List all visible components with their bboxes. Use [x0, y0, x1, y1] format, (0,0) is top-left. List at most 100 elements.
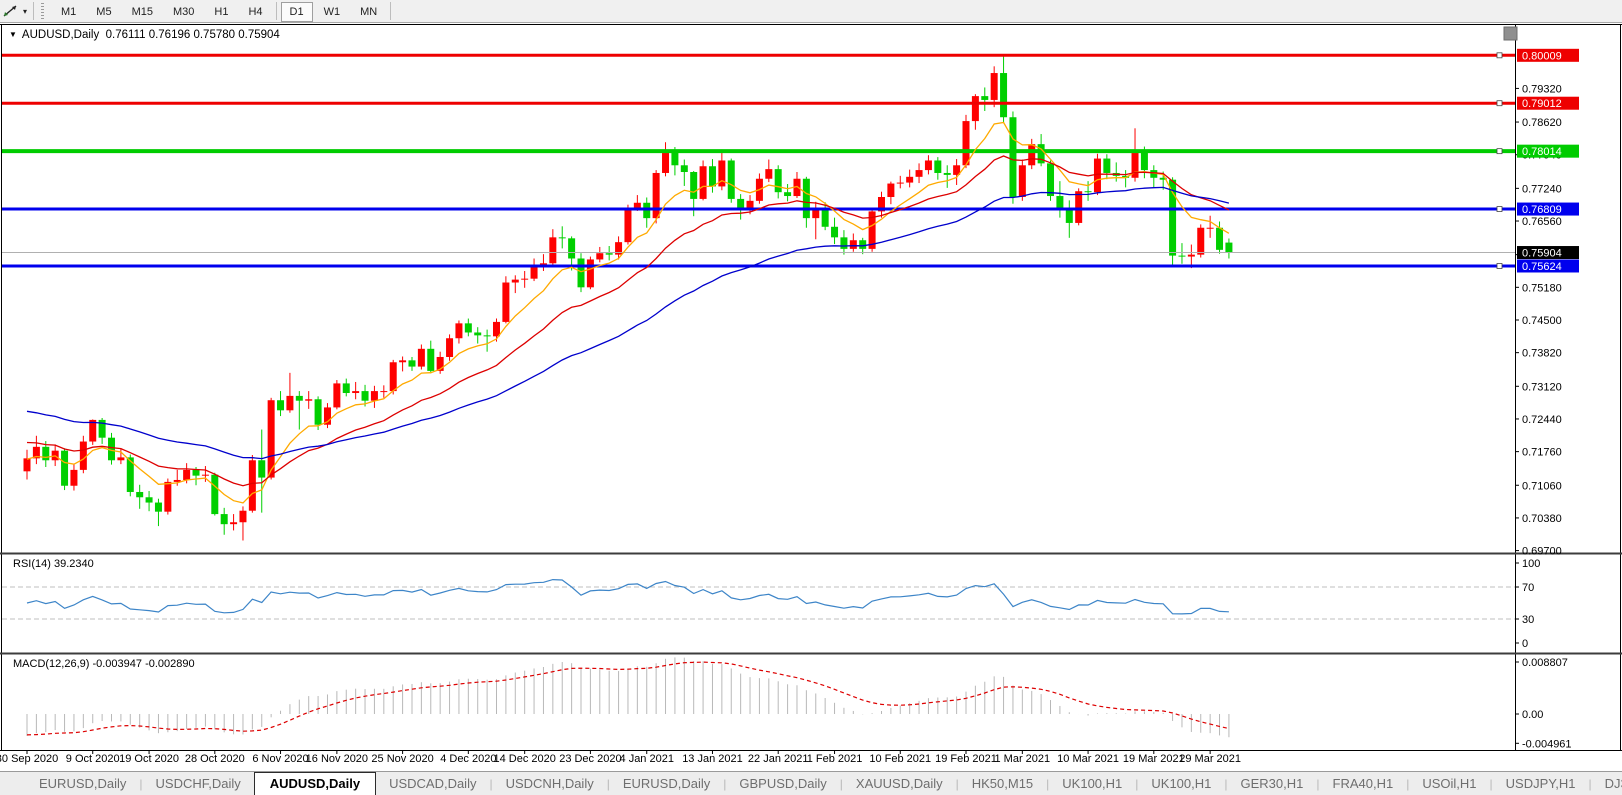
chart-shift-marker — [1504, 27, 1517, 40]
timeframe-button-w1[interactable]: W1 — [315, 2, 350, 22]
svg-text:0.70380: 0.70380 — [1522, 513, 1562, 525]
svg-text:0.77240: 0.77240 — [1522, 183, 1562, 195]
chart-tab-audusd-daily[interactable]: AUDUSD,Daily — [254, 772, 376, 795]
symbol-dropdown-icon[interactable]: ▼ — [9, 30, 17, 39]
timeframe-button-d1[interactable]: D1 — [281, 2, 313, 22]
ma-slow — [27, 187, 1229, 458]
date-label: 1 Feb 2021 — [807, 753, 863, 765]
date-label: 19 Feb 2021 — [935, 753, 997, 765]
moving-averages — [27, 123, 1229, 503]
chart-tab-xauusd-daily[interactable]: XAUUSD,Daily — [843, 772, 956, 795]
price-line-labels: 0.759040.800090.790120.780140.768090.756… — [1517, 49, 1579, 273]
svg-text:0.76560: 0.76560 — [1522, 216, 1562, 228]
chart-tab-eurusd-daily[interactable]: EURUSD,Daily — [26, 772, 139, 795]
chart-tool-icon[interactable] — [2, 4, 22, 18]
svg-text:0.75180: 0.75180 — [1522, 282, 1562, 294]
svg-text:-0.004961: -0.004961 — [1522, 738, 1572, 750]
rsi-indicator-label: RSI(14) 39.2340 — [13, 558, 94, 570]
svg-text:0.75624: 0.75624 — [1522, 261, 1562, 273]
svg-text:0.72440: 0.72440 — [1522, 414, 1562, 426]
timeframe-button-m15[interactable]: M15 — [123, 2, 162, 22]
chart-tab-dj30-weekly[interactable]: DJ30,Weekly — [1592, 772, 1622, 795]
svg-text:0.75904: 0.75904 — [1522, 248, 1562, 260]
date-label: 23 Dec 2020 — [559, 753, 621, 765]
chart-title-ohlc: 0.76111 0.76196 0.75780 0.75904 — [106, 29, 280, 41]
toolbar-dropdown-caret-icon[interactable]: ▾ — [23, 7, 27, 16]
svg-text:0.69700: 0.69700 — [1522, 546, 1562, 558]
svg-text:0.79320: 0.79320 — [1522, 83, 1562, 95]
chart-canvas[interactable]: 0.79320 0.78620 0.77940 0.77240 0.76560 0.758… — [0, 0, 1622, 795]
rsi-axis: 100 70 30 0 — [2, 558, 1540, 650]
timeframe-buttons: M1M5M15M30H1H4 D1W1MN — [51, 2, 394, 20]
chart-tab-uk100-h1[interactable]: UK100,H1 — [1138, 772, 1224, 795]
date-label: 10 Mar 2021 — [1057, 753, 1119, 765]
timeframe-button-h1[interactable]: H1 — [205, 2, 237, 22]
svg-text:100: 100 — [1522, 558, 1540, 570]
chart-title: ▼ AUDUSD,Daily 0.76111 0.76196 0.75780 0.… — [9, 29, 280, 41]
svg-text:0.75860: 0.75860 — [1522, 250, 1562, 262]
svg-text:70: 70 — [1522, 582, 1534, 594]
date-label: 14 Dec 2020 — [493, 753, 555, 765]
macd-pane — [27, 657, 1229, 737]
date-label: 6 Nov 2020 — [252, 753, 308, 765]
date-label: 4 Dec 2020 — [440, 753, 496, 765]
svg-text:0.008807: 0.008807 — [1522, 657, 1568, 669]
ma-fast — [27, 123, 1229, 503]
timeframe-button-h4[interactable]: H4 — [239, 2, 271, 22]
svg-text:0.78620: 0.78620 — [1522, 117, 1562, 129]
date-label: 10 Feb 2021 — [869, 753, 931, 765]
date-label: 16 Nov 2020 — [306, 753, 368, 765]
svg-text:0.00: 0.00 — [1522, 709, 1543, 721]
toolbar-separator — [276, 2, 277, 20]
chart-tab-eurusd-daily[interactable]: EURUSD,Daily — [610, 772, 723, 795]
svg-text:0.78014: 0.78014 — [1522, 146, 1562, 158]
toolbar-grip[interactable] — [41, 3, 44, 19]
toolbar-separator — [390, 2, 391, 20]
chart-title-symbol: AUDUSD,Daily — [22, 29, 99, 41]
date-label: 22 Jan 2021 — [748, 753, 809, 765]
macd-indicator-label: MACD(12,26,9) -0.003947 -0.002890 — [13, 658, 195, 670]
macd-axis: 0.008807 0.00 -0.004961 — [1515, 657, 1572, 750]
chart-tab-ger30-h1[interactable]: GER30,H1 — [1228, 772, 1317, 795]
date-label: 19 Mar 2021 — [1123, 753, 1185, 765]
date-label: 19 Oct 2020 — [119, 753, 179, 765]
timeframe-button-mn[interactable]: MN — [351, 2, 386, 22]
chart-tab-usdjpy-h1[interactable]: USDJPY,H1 — [1493, 772, 1589, 795]
chart-tab-hk50-m15[interactable]: HK50,M15 — [959, 772, 1046, 795]
svg-text:0.73120: 0.73120 — [1522, 381, 1562, 393]
svg-text:0: 0 — [1522, 638, 1528, 650]
chart-tab-uk100-h1[interactable]: UK100,H1 — [1049, 772, 1135, 795]
rsi-line — [27, 580, 1229, 614]
date-label: 9 Oct 2020 — [66, 753, 120, 765]
svg-text:0.77940: 0.77940 — [1522, 150, 1562, 162]
chart-tab-gbpusd-daily[interactable]: GBPUSD,Daily — [726, 772, 839, 795]
candles-layer — [24, 55, 1233, 540]
horizontal-lines — [2, 53, 1515, 269]
chart-tab-usdcnh-daily[interactable]: USDCNH,Daily — [493, 772, 607, 795]
date-label: 4 Jan 2021 — [620, 753, 674, 765]
date-label: 29 Mar 2021 — [1179, 753, 1241, 765]
svg-text:0.74500: 0.74500 — [1522, 315, 1562, 327]
svg-text:0.76809: 0.76809 — [1522, 204, 1562, 216]
date-label: 30 Sep 2020 — [0, 753, 58, 765]
chart-tab-usdchf-daily[interactable]: USDCHF,Daily — [143, 772, 254, 795]
timeframe-button-m1[interactable]: M1 — [52, 2, 85, 22]
date-label: 25 Nov 2020 — [371, 753, 433, 765]
chart-tab-usoil-h1[interactable]: USOil,H1 — [1409, 772, 1489, 795]
toolbar-separator — [33, 2, 34, 20]
trading-terminal: { "icons": { "dropdown": "▼", "toolbar_c… — [0, 0, 1622, 795]
svg-text:0.80009: 0.80009 — [1522, 50, 1562, 62]
timeframe-button-m5[interactable]: M5 — [87, 2, 120, 22]
svg-text:30: 30 — [1522, 614, 1534, 626]
date-label: 28 Oct 2020 — [185, 753, 245, 765]
chart-frame — [0, 24, 1622, 751]
date-label: 1 Mar 2021 — [995, 753, 1051, 765]
chart-tab-bar: EURUSD,Daily|USDCHF,DailyAUDUSD,DailyUSD… — [0, 771, 1622, 795]
svg-text:0.73820: 0.73820 — [1522, 348, 1562, 360]
chart-tab-usdcad-daily[interactable]: USDCAD,Daily — [376, 772, 489, 795]
ma-medium — [27, 156, 1229, 486]
chart-tabs: EURUSD,Daily|USDCHF,DailyAUDUSD,DailyUSD… — [26, 772, 1622, 795]
chart-tab-fra40-h1[interactable]: FRA40,H1 — [1320, 772, 1407, 795]
timeframe-button-m30[interactable]: M30 — [164, 2, 203, 22]
timeframe-toolbar: ▾ M1M5M15M30H1H4 D1W1MN — [0, 0, 1622, 23]
